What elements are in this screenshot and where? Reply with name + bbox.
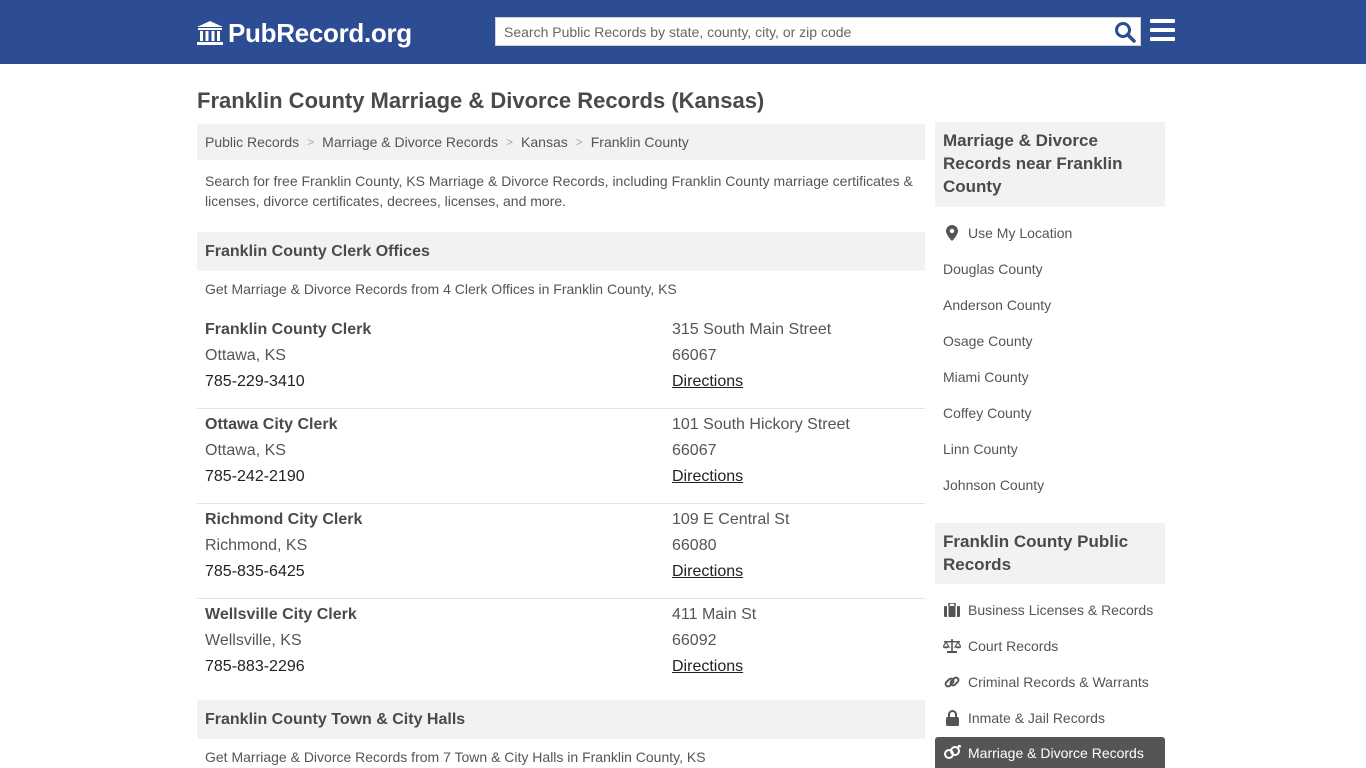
search-input[interactable] [496, 18, 1106, 45]
logo-text: PubRecord.org [228, 17, 412, 48]
nearby-county-link[interactable]: Douglas County [943, 261, 1043, 277]
office-listing: Franklin County Clerk Ottawa, KS 785-229… [197, 314, 925, 409]
nearby-county-link[interactable]: Anderson County [943, 297, 1051, 313]
chevron-right-icon: > [575, 135, 583, 149]
courthouse-icon [197, 21, 223, 45]
nearby-heading: Marriage & Divorce Records near Franklin… [935, 122, 1165, 207]
directions-link[interactable]: Directions [672, 468, 743, 486]
chevron-right-icon: > [307, 135, 315, 149]
office-city: Ottawa, KS [205, 442, 286, 459]
directions-link[interactable]: Directions [672, 658, 743, 676]
search-icon[interactable] [1114, 21, 1136, 43]
hamburger-menu-icon[interactable] [1150, 19, 1175, 41]
breadcrumb-marriage-divorce[interactable]: Marriage & Divorce Records [322, 134, 498, 150]
office-address: 411 Main St [672, 606, 757, 623]
business-licenses-link[interactable]: Business Licenses & Records [943, 602, 1153, 618]
site-header: PubRecord.org [0, 0, 1366, 64]
marriage-divorce-link[interactable]: Marriage & Divorce Records [935, 737, 1165, 768]
breadcrumb-public-records[interactable]: Public Records [205, 134, 299, 150]
nearby-county-link[interactable]: Linn County [943, 441, 1018, 457]
search-bar [495, 17, 1141, 46]
office-name[interactable]: Franklin County Clerk [205, 321, 371, 339]
marriage-icon [943, 745, 961, 761]
office-listing: Wellsville City Clerk Wellsville, KS 785… [197, 599, 925, 694]
breadcrumb-franklin-county[interactable]: Franklin County [591, 134, 689, 150]
inmate-jail-link[interactable]: Inmate & Jail Records [943, 710, 1105, 726]
directions-link[interactable]: Directions [672, 373, 743, 391]
office-city: Wellsville, KS [205, 632, 302, 649]
use-my-location-link[interactable]: Use My Location [943, 225, 1072, 241]
nearby-county-link[interactable]: Miami County [943, 369, 1029, 385]
directions-link[interactable]: Directions [672, 563, 743, 581]
office-phone[interactable]: 785-835-6425 [205, 563, 305, 581]
court-records-link[interactable]: Court Records [943, 638, 1058, 654]
intro-text: Search for free Franklin County, KS Marr… [205, 173, 913, 209]
office-zip: 66092 [672, 632, 717, 649]
office-phone[interactable]: 785-242-2190 [205, 468, 305, 486]
office-city: Richmond, KS [205, 537, 308, 554]
office-address: 315 South Main Street [672, 321, 832, 338]
office-name[interactable]: Richmond City Clerk [205, 511, 362, 529]
scale-icon [943, 638, 961, 654]
clerk-offices-heading: Franklin County Clerk Offices [197, 232, 925, 271]
criminal-records-label: Criminal Records & Warrants [968, 674, 1149, 690]
clerk-offices-subtext: Get Marriage & Divorce Records from 4 Cl… [205, 281, 677, 297]
court-records-label: Court Records [968, 638, 1059, 654]
public-records-heading: Franklin County Public Records [935, 523, 1165, 584]
criminal-records-link[interactable]: Criminal Records & Warrants [943, 674, 1149, 690]
use-my-location-label: Use My Location [968, 225, 1073, 241]
town-halls-heading: Franklin County Town & City Halls [197, 700, 925, 739]
office-name[interactable]: Wellsville City Clerk [205, 606, 357, 624]
link-icon [943, 674, 961, 690]
briefcase-icon [943, 602, 961, 618]
site-logo[interactable]: PubRecord.org [196, 17, 412, 49]
office-zip: 66080 [672, 537, 717, 554]
inmate-jail-label: Inmate & Jail Records [968, 710, 1105, 726]
office-address: 101 South Hickory Street [672, 416, 850, 433]
nearby-county-link[interactable]: Coffey County [943, 405, 1031, 421]
office-phone[interactable]: 785-229-3410 [205, 373, 305, 391]
office-listing: Ottawa City Clerk Ottawa, KS 785-242-219… [197, 409, 925, 504]
nearby-county-link[interactable]: Osage County [943, 333, 1033, 349]
office-city: Ottawa, KS [205, 347, 286, 364]
breadcrumb: Public Records > Marriage & Divorce Reco… [197, 124, 925, 160]
office-name[interactable]: Ottawa City Clerk [205, 416, 337, 434]
business-licenses-label: Business Licenses & Records [968, 602, 1154, 618]
office-phone[interactable]: 785-883-2296 [205, 658, 305, 676]
nearby-county-link[interactable]: Johnson County [943, 477, 1044, 493]
town-halls-subtext: Get Marriage & Divorce Records from 7 To… [205, 749, 706, 765]
breadcrumb-kansas[interactable]: Kansas [521, 134, 568, 150]
map-pin-icon [943, 225, 961, 241]
office-listing: Richmond City Clerk Richmond, KS 785-835… [197, 504, 925, 599]
lock-icon [943, 710, 961, 726]
page-title: Franklin County Marriage & Divorce Recor… [197, 88, 765, 113]
office-address: 109 E Central St [672, 511, 790, 528]
office-zip: 66067 [672, 347, 717, 364]
marriage-divorce-label: Marriage & Divorce Records [968, 745, 1144, 761]
chevron-right-icon: > [506, 135, 514, 149]
office-zip: 66067 [672, 442, 717, 459]
